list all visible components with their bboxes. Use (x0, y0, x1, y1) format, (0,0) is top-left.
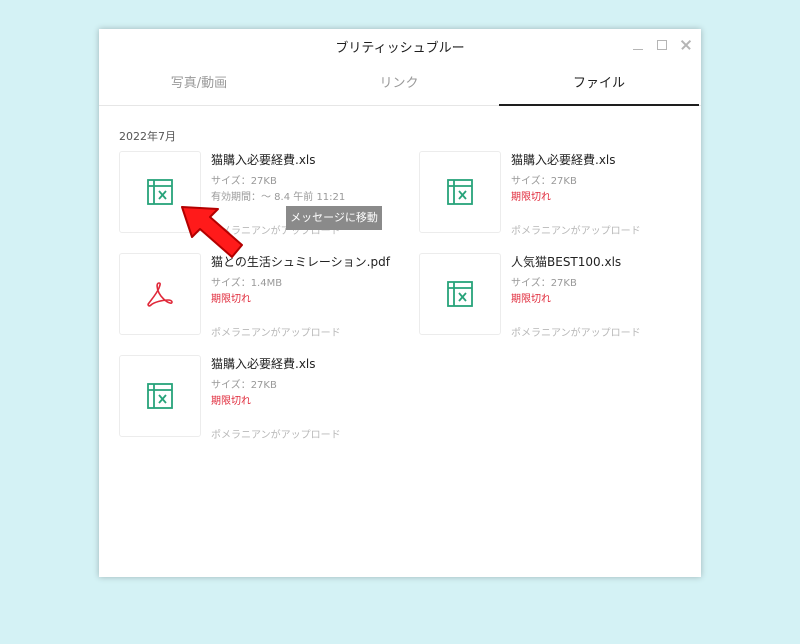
file-name[interactable]: 猫購入必要経費.xls (211, 355, 316, 372)
file-expired-status: 期限切れ (511, 294, 551, 305)
file-thumbnail[interactable] (419, 151, 501, 233)
minimize-icon[interactable] (631, 38, 645, 52)
file-thumbnail[interactable] (419, 253, 501, 335)
maximize-icon[interactable] (655, 38, 669, 52)
file-size: サイズ：27KB (511, 278, 577, 289)
excel-file-icon (147, 179, 173, 205)
tab-photos-videos[interactable]: 写真/動画 (99, 63, 299, 105)
file-name[interactable]: 猫購入必要経費.xls (511, 151, 616, 168)
excel-file-icon (447, 179, 473, 205)
file-item: 猫購入必要経費.xls サイズ：27KB 期限切れ ポメラニアンがアップロード (119, 355, 419, 447)
file-validity: 有効期間：～ 8.4 午前 11:21 (211, 192, 346, 203)
file-uploader: ポメラニアンがアップロード (511, 328, 641, 339)
file-uploader: ポメラニアンがアップロード (211, 328, 341, 339)
excel-file-icon (147, 383, 173, 409)
window-title: ブリティッシュブルー (335, 41, 465, 56)
tab-files[interactable]: ファイル (499, 63, 699, 106)
file-size: サイズ：1.4MB (211, 278, 283, 289)
pdf-file-icon (147, 282, 173, 307)
file-size: サイズ：27KB (211, 176, 277, 187)
excel-file-icon (447, 281, 473, 307)
tab-links[interactable]: リンク (299, 63, 499, 105)
file-uploader: ポメラニアンがアップロード (211, 430, 341, 441)
file-item: 猫との生活シュミレーション.pdf サイズ：1.4MB 期限切れ ポメラニアンが… (119, 253, 419, 345)
file-item: 猫購入必要経費.xls サイズ：27KB 期限切れ ポメラニアンがアップロード (419, 151, 719, 243)
file-expired-status: 期限切れ (511, 192, 551, 203)
file-item: 人気猫BEST100.xls サイズ：27KB 期限切れ ポメラニアンがアップロ… (419, 253, 719, 345)
file-name[interactable]: 人気猫BEST100.xls (511, 253, 621, 270)
file-name[interactable]: 猫購入必要経費.xls (211, 151, 316, 168)
file-expired-status: 期限切れ (211, 294, 251, 305)
title-bar: ブリティッシュブルー (99, 29, 701, 63)
file-size: サイズ：27KB (211, 380, 277, 391)
file-thumbnail[interactable] (119, 355, 201, 437)
file-thumbnail[interactable] (119, 253, 201, 335)
file-expired-status: 期限切れ (211, 396, 251, 407)
pointer-arrow-icon (181, 206, 243, 258)
go-to-message-tooltip[interactable]: メッセージに移動 (286, 206, 382, 230)
close-icon[interactable] (679, 38, 693, 52)
month-heading: 2022年7月 (119, 130, 176, 143)
file-size: サイズ：27KB (511, 176, 577, 187)
file-list-window: ブリティッシュブルー 写真/動画 リンク ファイル 2022年7月 猫購入必要経… (99, 29, 701, 577)
file-uploader: ポメラニアンがアップロード (511, 226, 641, 237)
tab-bar: 写真/動画 リンク ファイル (99, 63, 701, 106)
